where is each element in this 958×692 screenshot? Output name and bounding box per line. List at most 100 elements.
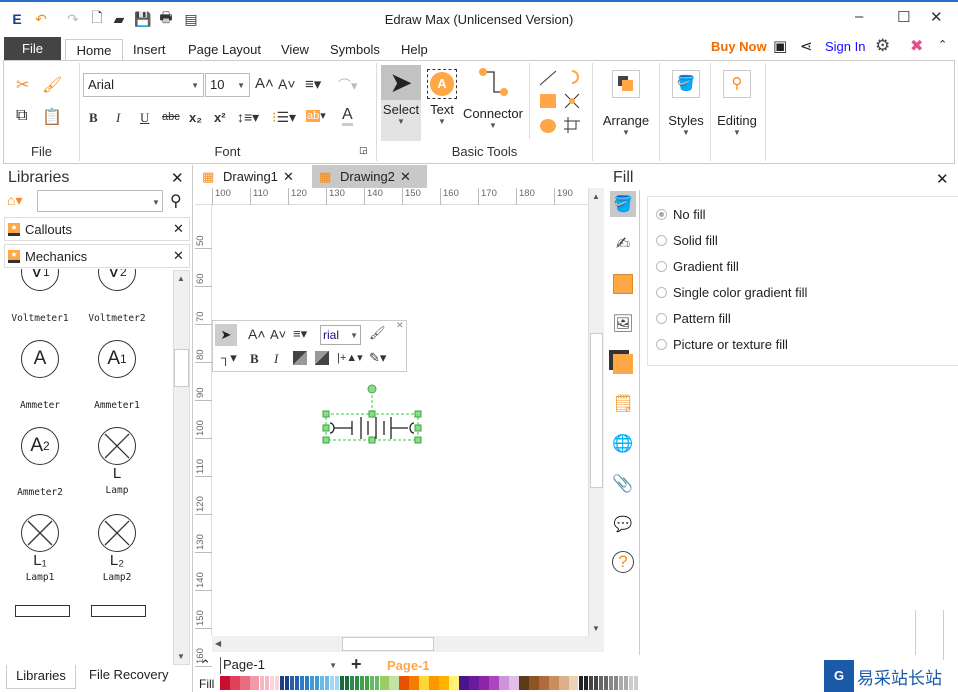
color-swatch[interactable]: [369, 676, 375, 690]
color-swatch[interactable]: [284, 676, 290, 690]
color-swatch[interactable]: [504, 676, 509, 690]
format-painter-icon[interactable]: 🖌: [42, 75, 62, 95]
tab-symbols[interactable]: Symbols: [320, 39, 390, 61]
align-icon[interactable]: ≡▾: [305, 75, 321, 93]
color-swatch[interactable]: [229, 676, 235, 690]
fill-option[interactable]: Pattern fill: [656, 311, 731, 326]
styles-button[interactable]: 🪣 Styles ▼: [661, 67, 711, 151]
fill-option[interactable]: Gradient fill: [656, 259, 739, 274]
canvas-vertical-scrollbar[interactable]: ▲ ▼: [588, 188, 604, 636]
search-icon[interactable]: ⚲: [170, 191, 182, 211]
tab-help[interactable]: Help: [391, 39, 438, 61]
maximize-button[interactable]: ☐: [897, 8, 910, 26]
color-swatch[interactable]: [349, 676, 355, 690]
color-swatch[interactable]: [429, 676, 434, 690]
color-swatch[interactable]: [234, 676, 240, 690]
superscript-button[interactable]: x²: [214, 110, 226, 125]
font-name-select[interactable]: Arial ▼: [83, 73, 204, 97]
library-shape[interactable]: A 1 Ammeter1: [77, 340, 157, 420]
color-swatch[interactable]: [494, 676, 499, 690]
color-swatch[interactable]: [499, 676, 504, 690]
copy-icon[interactable]: ⧉: [16, 107, 27, 125]
color-swatch[interactable]: [334, 676, 340, 690]
rectangle-shape[interactable]: [15, 605, 70, 617]
pointer-icon[interactable]: ➤: [215, 324, 237, 346]
color-swatch[interactable]: [434, 676, 439, 690]
color-swatch[interactable]: [449, 676, 454, 690]
color-swatch[interactable]: [618, 676, 624, 690]
share-icon[interactable]: ⋖: [800, 37, 813, 55]
color-swatch[interactable]: [354, 676, 360, 690]
color-swatch[interactable]: [509, 676, 514, 690]
page-select[interactable]: Page-1 ▼: [220, 657, 340, 674]
paste-icon[interactable]: 📋: [42, 107, 62, 127]
color-swatch[interactable]: [399, 676, 405, 690]
color-swatch[interactable]: [563, 676, 569, 690]
color-swatch[interactable]: [469, 676, 474, 690]
color-swatch[interactable]: [543, 676, 549, 690]
color-swatch[interactable]: [479, 676, 484, 690]
library-shape[interactable]: V 2 Voltmeter2: [77, 269, 157, 333]
help-icon[interactable]: ?: [612, 551, 634, 573]
arrange-button[interactable]: Arrange ▼: [596, 67, 656, 151]
color-swatch[interactable]: [628, 676, 634, 690]
color-swatch[interactable]: [244, 676, 250, 690]
color-swatch[interactable]: [633, 676, 639, 690]
color-swatch[interactable]: [603, 676, 609, 690]
color-swatch[interactable]: [534, 676, 539, 690]
highlight-icon[interactable]: ab▾: [306, 109, 326, 122]
color-swatch[interactable]: [464, 676, 469, 690]
addon-icon[interactable]: ✖: [910, 36, 923, 56]
color-swatch[interactable]: [608, 676, 614, 690]
tab-view[interactable]: View: [271, 39, 319, 61]
radio-button[interactable]: [656, 339, 667, 350]
scroll-thumb[interactable]: [342, 637, 434, 651]
italic-button[interactable]: I: [274, 351, 278, 367]
shrink-font-icon[interactable]: A˅: [270, 327, 286, 342]
color-swatch[interactable]: [444, 676, 449, 690]
radio-button[interactable]: [656, 287, 667, 298]
collapse-ribbon-icon[interactable]: ⌃: [938, 38, 947, 51]
bullets-icon[interactable]: ⁝☰▾: [272, 109, 296, 126]
color-swatch[interactable]: [319, 676, 325, 690]
color-swatch[interactable]: [220, 676, 225, 690]
color-swatch[interactable]: [249, 676, 255, 690]
strikethrough-button[interactable]: abc: [162, 111, 180, 123]
basic-shapes-grid[interactable]: [536, 67, 588, 137]
color-swatch[interactable]: [329, 676, 335, 690]
color-swatch[interactable]: [568, 676, 574, 690]
data-icon[interactable]: 🗒: [610, 391, 636, 417]
color-swatch[interactable]: [459, 676, 464, 690]
color-swatch[interactable]: [613, 676, 619, 690]
color-swatch[interactable]: [558, 676, 564, 690]
layer-icon[interactable]: [610, 351, 636, 377]
cut-icon[interactable]: ✂: [16, 75, 29, 95]
radio-button[interactable]: [656, 313, 667, 324]
color-swatch[interactable]: [409, 676, 414, 690]
color-swatch[interactable]: [454, 676, 459, 690]
color-swatch[interactable]: [529, 676, 534, 690]
color-swatch[interactable]: [553, 676, 559, 690]
color-swatch[interactable]: [439, 676, 444, 690]
color-swatch[interactable]: [524, 676, 529, 690]
color-swatch[interactable]: [583, 676, 589, 690]
color-swatch[interactable]: [309, 676, 315, 690]
shadow-icon[interactable]: [610, 271, 636, 297]
fill-option[interactable]: Single color gradient fill: [656, 285, 807, 300]
library-shape[interactable]: L₁ Lamp1: [0, 514, 80, 594]
subscript-button[interactable]: x₂: [189, 110, 202, 125]
home-icon[interactable]: ⌂▾: [7, 192, 22, 209]
color-swatch[interactable]: [519, 676, 524, 690]
library-section-mechanics[interactable]: ★ Mechanics ✕: [4, 244, 190, 268]
line-spacing-icon[interactable]: ↕≡▾: [237, 109, 259, 126]
share-screen-icon[interactable]: ▣: [773, 37, 787, 55]
tab-file[interactable]: File: [4, 37, 61, 61]
tab-file-recovery[interactable]: File Recovery: [89, 667, 168, 682]
library-search-input[interactable]: [37, 190, 163, 212]
align-icon[interactable]: ≡▾: [293, 326, 307, 342]
tab-home[interactable]: Home: [65, 39, 123, 61]
canvas-horizontal-scrollbar[interactable]: ◀: [212, 636, 604, 652]
text-direction-icon[interactable]: |+▲▾: [337, 351, 363, 364]
color-swatch[interactable]: [588, 676, 594, 690]
color-swatch[interactable]: [294, 676, 300, 690]
